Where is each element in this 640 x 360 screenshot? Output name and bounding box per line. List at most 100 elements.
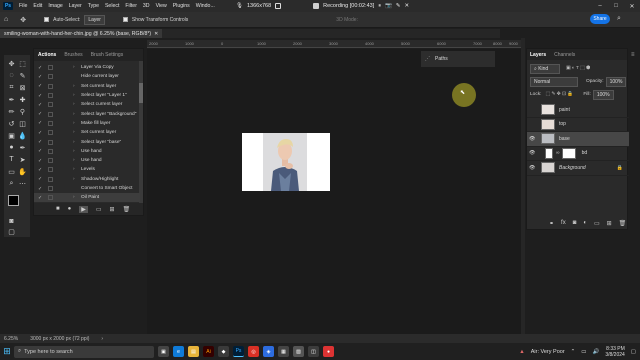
filter-kind-dropdown[interactable]: ⌕ Kind	[530, 63, 560, 74]
action-item[interactable]: ✓ › Set current layer	[34, 128, 140, 137]
action-item[interactable]: ✓ › Use hand	[34, 156, 140, 165]
blend-mode-dropdown[interactable]: Normal	[530, 76, 578, 87]
chevron-right-icon[interactable]: ›	[101, 336, 103, 342]
menu-edit[interactable]: Edit	[30, 3, 45, 9]
move-tool-icon[interactable]: ✥	[7, 59, 16, 68]
pen-icon[interactable]: ✎	[396, 3, 401, 9]
menu-filter[interactable]: Filter	[122, 3, 140, 9]
layer-row-paint[interactable]: paint	[527, 103, 629, 118]
menu-plugins[interactable]: Plugins	[170, 3, 193, 9]
record-icon[interactable]: ●	[68, 206, 72, 212]
menu-select[interactable]: Select	[102, 3, 122, 9]
marquee-tool-icon[interactable]: ⬚	[18, 59, 27, 68]
path-select-tool-icon[interactable]: ➤	[18, 155, 27, 164]
auto-select-checkbox[interactable]	[44, 17, 50, 22]
close-tab-icon[interactable]: ✕	[154, 31, 158, 37]
weather-icon[interactable]: ▲	[519, 349, 524, 355]
shape-tool-icon[interactable]: ▭	[7, 167, 16, 176]
close-window-icon[interactable]: ✕	[624, 0, 640, 12]
new-action-icon[interactable]: ⊞	[110, 206, 115, 213]
tab-layers[interactable]: Layers	[530, 52, 546, 58]
crop-tool-icon[interactable]: ⌗	[7, 83, 16, 92]
action-item-selected[interactable]: ✓ › Oil Paint	[34, 193, 140, 203]
app-icon[interactable]: ◆	[218, 346, 229, 357]
quick-mask-icon[interactable]: ◙	[7, 217, 16, 226]
minimize-icon[interactable]: –	[592, 0, 608, 12]
menu-layer[interactable]: Layer	[66, 3, 85, 9]
lasso-tool-icon[interactable]: ◌	[7, 71, 16, 80]
eyedropper-tool-icon[interactable]: ✒	[7, 95, 16, 104]
new-layer-icon[interactable]: ⊞	[607, 220, 612, 227]
paths-panel-collapsed[interactable]: ⋰ Paths	[421, 51, 495, 67]
play-icon[interactable]: ▶	[79, 205, 88, 213]
taskbar-search[interactable]: ⌕ Type here to search	[14, 345, 154, 358]
lock-icons[interactable]: ⬚ ✎ ✥ ⊡ 🔒	[545, 92, 573, 97]
zoom-tool-icon[interactable]: ⌕	[7, 179, 16, 188]
adjustment-layer-icon[interactable]: ◐	[583, 220, 587, 226]
menu-window[interactable]: Windo...	[193, 3, 218, 9]
pause-icon[interactable]: ⏸	[378, 3, 381, 10]
recorder-icon[interactable]: ●	[323, 346, 334, 357]
home-icon[interactable]: ⌂	[4, 16, 8, 23]
panel-menu-icon[interactable]: ≡	[631, 52, 635, 58]
notifications-icon[interactable]: ▢	[631, 349, 636, 355]
delete-action-icon[interactable]: 🗑	[123, 206, 131, 213]
task-view-icon[interactable]: ▣	[158, 346, 169, 357]
move-tool-icon[interactable]: ✥	[20, 16, 26, 24]
app-icon[interactable]: ◫	[308, 346, 319, 357]
stop-icon[interactable]	[313, 3, 320, 9]
type-tool-icon[interactable]: T	[7, 155, 16, 164]
transform-controls-checkbox[interactable]	[122, 17, 128, 22]
action-item[interactable]: ✓ › Levels	[34, 165, 140, 174]
menu-view[interactable]: View	[153, 3, 170, 9]
eye-icon[interactable]: 👁	[529, 150, 537, 156]
mic-icon[interactable]: 🎙	[236, 3, 243, 9]
brush-tool-icon[interactable]: ✏	[7, 107, 16, 116]
chrome-icon[interactable]: ◎	[248, 346, 259, 357]
dodge-tool-icon[interactable]: ●	[7, 143, 16, 152]
edge-icon[interactable]: e	[173, 346, 184, 357]
action-item[interactable]: ✓ › Select layer "base"	[34, 137, 140, 146]
pen-tool-icon[interactable]: ✒	[18, 143, 27, 152]
tab-channels[interactable]: Channels	[554, 52, 575, 58]
foreground-color-swatch[interactable]	[8, 195, 19, 206]
new-group-icon[interactable]: ▭	[594, 220, 600, 227]
delete-layer-icon[interactable]: 🗑	[619, 220, 627, 227]
fx-icon[interactable]: fx	[561, 220, 566, 226]
action-item[interactable]: ✓ › Use hand	[34, 147, 140, 156]
frame-tool-icon[interactable]: ⊠	[18, 83, 27, 92]
document-tab[interactable]: smiling-woman-with-hand-her-chin.jpg @ 6…	[0, 29, 163, 38]
gradient-tool-icon[interactable]: ▣	[7, 131, 16, 140]
screen-icon[interactable]	[275, 3, 282, 9]
menu-3d[interactable]: 3D	[140, 3, 153, 9]
history-brush-tool-icon[interactable]: ↺	[7, 119, 16, 128]
volume-icon[interactable]: 🔊	[592, 349, 599, 355]
maximize-icon[interactable]: □	[608, 0, 624, 12]
layer-row-bd[interactable]: 👁 ∞ bd	[527, 147, 629, 161]
action-item[interactable]: ✓ Convert to Smart Object	[34, 184, 140, 193]
tab-brushes[interactable]: Brushes	[64, 52, 82, 58]
filter-icons[interactable]: ▣ ◐ T ⬚ ⬢	[566, 66, 590, 71]
action-item[interactable]: ✓ › Make fill layer	[34, 119, 140, 128]
layer-row-top[interactable]: top	[527, 118, 629, 132]
fill-field[interactable]: 100%	[592, 89, 614, 100]
action-item[interactable]: ✓ › Select layer "Layer 1"	[34, 91, 140, 100]
healing-brush-tool-icon[interactable]: ✚	[18, 95, 27, 104]
app-icon[interactable]: ◈	[263, 346, 274, 357]
app-icon[interactable]: ▧	[293, 346, 304, 357]
auto-select-dropdown[interactable]: Layer	[84, 14, 105, 25]
clone-stamp-tool-icon[interactable]: ⚲	[18, 107, 27, 116]
action-item[interactable]: ✓ › Set current layer	[34, 82, 140, 91]
eye-icon[interactable]: 👁	[529, 165, 537, 171]
menu-type[interactable]: Type	[85, 3, 102, 9]
layer-row-base[interactable]: 👁 base	[527, 132, 629, 147]
more-tools-icon[interactable]: ⋯	[18, 179, 27, 188]
close-icon[interactable]: ✕	[404, 3, 409, 9]
tab-actions[interactable]: Actions	[38, 52, 56, 58]
eraser-tool-icon[interactable]: ◫	[18, 119, 27, 128]
stop-recording-icon[interactable]: ■	[56, 206, 60, 212]
hand-tool-icon[interactable]: ✋	[18, 167, 27, 176]
menu-file[interactable]: File	[16, 3, 30, 9]
quick-select-tool-icon[interactable]: ✎	[18, 71, 27, 80]
action-item[interactable]: ✓ Hide current layer	[34, 72, 140, 81]
